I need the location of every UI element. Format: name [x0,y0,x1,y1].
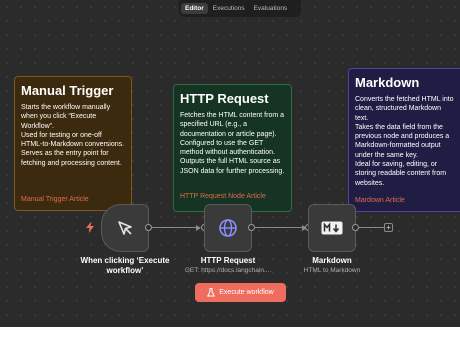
flask-icon [207,288,216,297]
output-handle[interactable] [352,224,359,231]
connection-line [359,227,384,228]
workflow-canvas[interactable]: Editor Executions Evaluations Manual Tri… [0,0,460,327]
globe-icon [219,219,237,237]
node-label: Markdown [312,256,352,265]
output-handle[interactable] [145,224,152,231]
markdown-icon [321,221,343,235]
bottom-bar [0,327,460,350]
cursor-icon [118,221,132,235]
node-markdown[interactable] [308,204,356,252]
sticky-note-markdown[interactable]: Markdown Converts the fetched HTML into … [348,68,460,212]
output-handle[interactable] [248,224,255,231]
sticky-title: Manual Trigger [21,83,114,98]
sticky-link-http-request[interactable]: HTTP Request Node Article [180,193,266,200]
sticky-body-text: Converts the fetched HTML into clean, st… [355,96,454,187]
sticky-title: HTTP Request [180,91,269,106]
node-subtitle: GET: https://docs.langchain.... [184,267,272,274]
connection-line [152,227,196,228]
node-subtitle: HTML to Markdown [303,267,361,274]
node-http-request[interactable] [204,204,252,252]
connection-line [255,227,303,228]
sticky-note-http-request[interactable]: HTTP Request Fetches the HTML content fr… [173,84,292,212]
execute-workflow-button[interactable]: Execute workflow [195,283,286,302]
node-label: When clicking ‘Execute workflow’ [80,256,170,275]
sticky-body-text: Starts the workflow manually when you cl… [21,104,125,167]
sticky-body-text: Fetches the HTML content from a specifie… [180,112,285,175]
sticky-body: Starts the workflow manually when you cl… [21,103,125,168]
tab-evaluations[interactable]: Evaluations [250,3,292,14]
execute-workflow-label: Execute workflow [219,289,274,296]
sticky-note-manual-trigger[interactable]: Manual Trigger Starts the workflow manua… [14,76,132,211]
node-manual-trigger[interactable] [101,204,149,252]
sticky-body: Fetches the HTML content from a specifie… [180,111,285,176]
node-label: HTTP Request [200,256,256,265]
tab-editor[interactable]: Editor [181,3,208,14]
sticky-body: Converts the fetched HTML into clean, st… [355,95,454,188]
tab-executions[interactable]: Executions [209,3,249,14]
add-node-button[interactable]: + [384,223,393,232]
lightning-icon [86,222,94,233]
sticky-link-manual-trigger[interactable]: Manual Trigger Article [21,196,89,203]
view-tabs: Editor Executions Evaluations [179,0,301,17]
sticky-link-markdown[interactable]: Mardown Article [355,197,405,204]
sticky-title: Markdown [355,75,420,90]
